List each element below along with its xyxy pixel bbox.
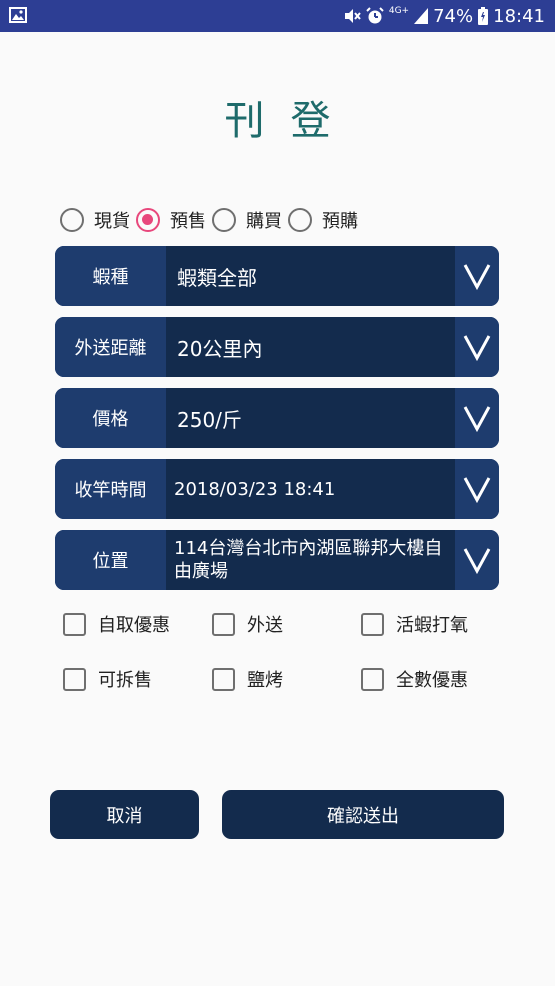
field-delivery-distance[interactable]: 外送距離 20公里內 — [55, 317, 499, 377]
checkbox-live-oxygen[interactable]: 活蝦打氧 — [361, 611, 468, 637]
radio-purchase[interactable]: 購買 — [212, 207, 282, 233]
checkbox-split-sale[interactable]: 可拆售 — [63, 666, 152, 692]
checkbox-delivery[interactable]: 外送 — [212, 611, 283, 637]
radio-button-selected[interactable] — [136, 208, 160, 232]
mute-icon — [344, 9, 361, 23]
dropdown-toggle[interactable] — [455, 530, 499, 590]
field-label: 收竿時間 — [55, 459, 166, 519]
chevron-down-icon — [463, 548, 491, 574]
chevron-down-icon — [463, 406, 491, 432]
page-title: 刊登 — [224, 98, 357, 144]
checkbox[interactable] — [212, 667, 235, 691]
cancel-button[interactable]: 取消 — [50, 790, 199, 839]
checkbox-label: 外送 — [247, 615, 283, 636]
chevron-down-icon — [463, 477, 491, 503]
radio-label: 預購 — [322, 211, 358, 232]
field-label: 外送距離 — [55, 317, 166, 377]
checkbox[interactable] — [63, 667, 86, 691]
radio-in-stock[interactable]: 現貨 — [60, 207, 130, 233]
clock: 18:41 — [493, 5, 545, 27]
battery-percent: 74% — [433, 5, 474, 27]
dropdown-toggle[interactable] — [455, 459, 499, 519]
checkbox-pickup-discount[interactable]: 自取優惠 — [63, 611, 170, 637]
field-value[interactable]: 2018/03/23 18:41 — [166, 459, 455, 519]
checkbox[interactable] — [361, 667, 384, 691]
radio-label: 預售 — [170, 211, 206, 232]
alarm-icon — [366, 7, 384, 24]
dropdown-toggle[interactable] — [455, 317, 499, 377]
radio-presale[interactable]: 預售 — [136, 207, 206, 233]
radio-button[interactable] — [288, 208, 312, 232]
status-indicators: 4G+ 74% 18:41 — [343, 0, 545, 32]
chevron-down-icon — [463, 335, 491, 361]
checkbox-label: 活蝦打氧 — [396, 615, 468, 636]
field-price[interactable]: 價格 250/斤 — [55, 388, 499, 448]
checkbox[interactable] — [212, 612, 235, 636]
status-bar: 4G+ 74% 18:41 — [0, 0, 555, 32]
submit-button[interactable]: 確認送出 — [222, 790, 504, 839]
field-shrimp-type[interactable]: 蝦種 蝦類全部 — [55, 246, 499, 306]
field-value[interactable]: 114台灣台北市內湖區聯邦大樓自由廣場 — [166, 530, 455, 590]
chevron-down-icon — [463, 264, 491, 290]
network-type-label: 4G+ — [388, 6, 410, 16]
field-value[interactable]: 250/斤 — [166, 388, 455, 448]
checkbox-label: 全數優惠 — [396, 670, 468, 691]
image-icon — [9, 7, 27, 23]
field-value[interactable]: 20公里內 — [166, 317, 455, 377]
signal-icon — [414, 8, 429, 24]
dropdown-toggle[interactable] — [455, 246, 499, 306]
field-label: 價格 — [55, 388, 166, 448]
radio-button[interactable] — [212, 208, 236, 232]
field-harvest-time[interactable]: 收竿時間 2018/03/23 18:41 — [55, 459, 499, 519]
battery-icon — [478, 7, 489, 25]
checkbox[interactable] — [63, 612, 86, 636]
checkbox-label: 鹽烤 — [247, 670, 283, 691]
field-label: 蝦種 — [55, 246, 166, 306]
radio-label: 購買 — [246, 211, 282, 232]
radio-label: 現貨 — [94, 211, 130, 232]
radio-button[interactable] — [60, 208, 84, 232]
checkbox[interactable] — [361, 612, 384, 636]
field-label: 位置 — [55, 530, 166, 590]
dropdown-toggle[interactable] — [455, 388, 499, 448]
field-location[interactable]: 位置 114台灣台北市內湖區聯邦大樓自由廣場 — [55, 530, 499, 590]
field-value[interactable]: 蝦類全部 — [166, 246, 455, 306]
radio-preorder[interactable]: 預購 — [288, 207, 358, 233]
checkbox-bulk-discount[interactable]: 全數優惠 — [361, 666, 468, 692]
sale-type-radio-group: 現貨 預售 購買 預購 — [60, 205, 364, 235]
checkbox-label: 可拆售 — [98, 670, 152, 691]
checkbox-salt-roast[interactable]: 鹽烤 — [212, 666, 283, 692]
checkbox-label: 自取優惠 — [98, 615, 170, 636]
